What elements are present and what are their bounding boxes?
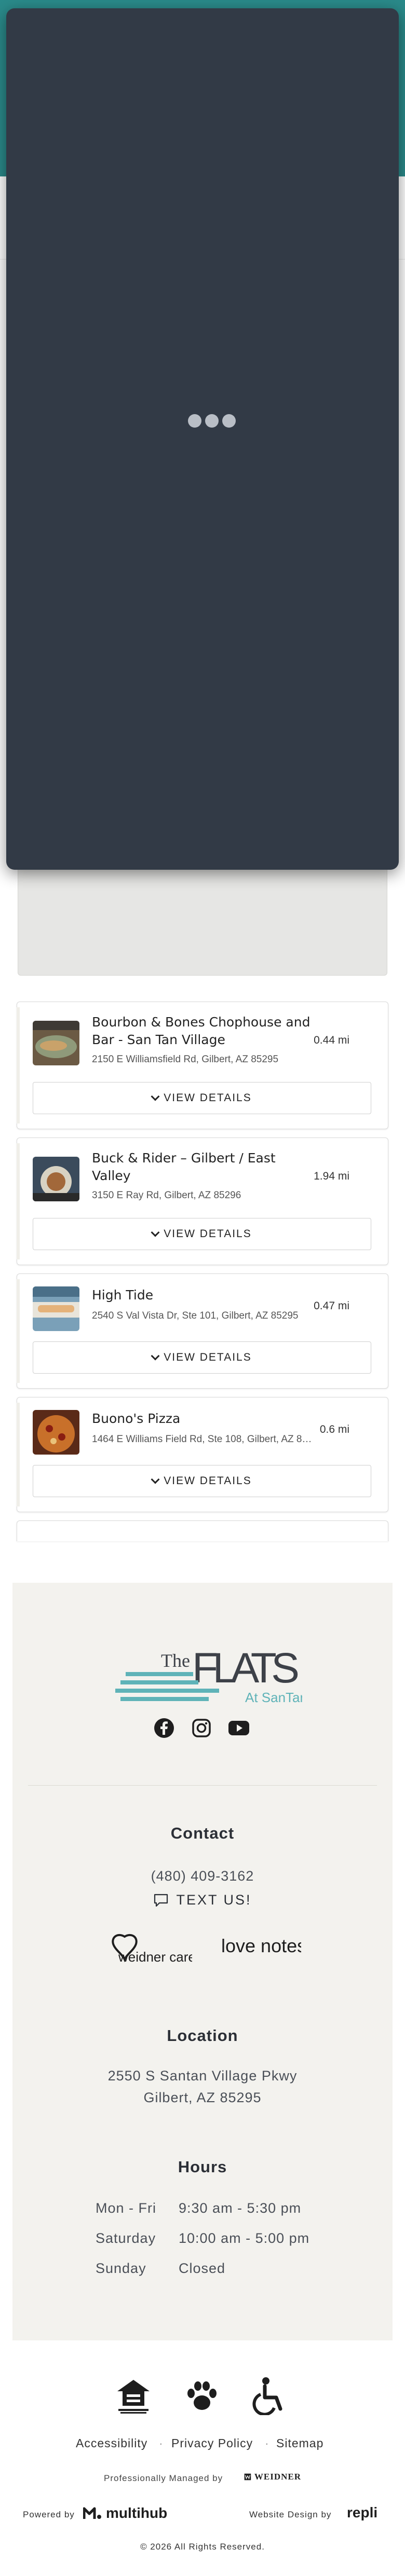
card-accent	[17, 1279, 20, 1383]
contact-heading: Contact	[170, 1824, 235, 1842]
instagram-icon[interactable]	[190, 1717, 213, 1739]
place-distance: 0.47 mi	[314, 1300, 349, 1312]
loading-spinner-icon	[188, 414, 236, 428]
chevron-down-icon	[151, 1475, 160, 1484]
place-address: 2150 E Williamsfield Rd, Gilbert, AZ 852…	[92, 1054, 279, 1065]
flats-logo[interactable]: The FLATS At SanTan	[105, 1624, 307, 1712]
multihub-wordmark: multihub	[106, 2505, 168, 2521]
place-address: 1464 E Williams Field Rd, Ste 108, Gilbe…	[92, 1434, 315, 1445]
accessibility-icon	[252, 2377, 282, 2415]
place-card: Bourbon & Bones Chophouse and Bar - San …	[17, 1002, 388, 1129]
sitemap-link[interactable]: Sitemap	[276, 2436, 323, 2450]
contact-phone[interactable]: (480) 409-3162	[12, 1868, 393, 1884]
hours-time: 9:30 am - 5:30 pm	[179, 2200, 302, 2216]
place-card-partial	[17, 1520, 388, 1541]
place-address: 2540 S Val Vista Dr, Ste 101, Gilbert, A…	[92, 1310, 299, 1321]
place-name[interactable]: Buck & Rider – Gilbert / East Valley	[92, 1149, 315, 1185]
view-details-label: VIEW DETAILS	[164, 1092, 252, 1104]
place-distance: 0.44 mi	[314, 1034, 349, 1046]
privacy-policy-link[interactable]: Privacy Policy	[171, 2436, 253, 2450]
logo-the: The	[161, 1650, 190, 1671]
place-address: 3150 E Ray Rd, Gilbert, AZ 85296	[92, 1190, 241, 1201]
chevron-down-icon	[151, 1092, 160, 1101]
weidner-text: weidner cares	[118, 1949, 192, 1965]
hours-day: Saturday	[96, 2230, 156, 2246]
place-card: Buck & Rider – Gilbert / East Valley 315…	[17, 1138, 388, 1265]
love-notes-logo[interactable]: love notes.	[218, 1931, 312, 1978]
weidner-mark-icon	[244, 2473, 251, 2481]
hours-heading: Hours	[178, 2158, 227, 2176]
chevron-down-icon	[151, 1351, 160, 1361]
place-name[interactable]: Buono's Pizza	[92, 1410, 315, 1428]
view-details-button[interactable]: VIEW DETAILS	[33, 1341, 371, 1374]
view-details-label: VIEW DETAILS	[164, 1475, 252, 1487]
place-name[interactable]: High Tide	[92, 1286, 315, 1304]
logo-flats: FLATS	[192, 1645, 301, 1692]
card-accent	[17, 1143, 20, 1259]
view-details-label: VIEW DETAILS	[164, 1351, 252, 1363]
hours-day: Sunday	[96, 2260, 146, 2276]
multihub-mark-icon	[83, 2507, 101, 2519]
site-footer: The FLATS At SanTan Contact (480) 409-31…	[12, 1583, 393, 2340]
logo-at-santan: At SanTan	[245, 1690, 302, 1705]
place-name[interactable]: Bourbon & Bones Chophouse and Bar - San …	[92, 1013, 315, 1049]
weidner-logo[interactable]: WEIDNER	[244, 2469, 301, 2485]
equal-housing-icon	[117, 2380, 150, 2414]
compliance-icons	[0, 2375, 405, 2421]
place-thumbnail	[33, 1410, 79, 1455]
view-details-button[interactable]: VIEW DETAILS	[33, 1465, 371, 1497]
location-city[interactable]: Gilbert, AZ 85295	[12, 2090, 393, 2106]
powered-by-label: Powered by	[23, 2510, 75, 2519]
hours-time: 10:00 am - 5:00 pm	[179, 2230, 310, 2246]
chat-bubble-icon	[154, 1894, 168, 1907]
place-distance: 0.6 mi	[319, 1423, 349, 1435]
copyright-text: © 2026 All Rights Reserved.	[140, 2542, 265, 2552]
place-thumbnail	[33, 1157, 79, 1201]
managed-by-label: Professionally Managed by	[104, 2473, 223, 2483]
accessibility-link[interactable]: Accessibility	[76, 2436, 147, 2450]
location-street[interactable]: 2550 S Santan Village Pkwy	[12, 2068, 393, 2084]
weidner-wordmark: WEIDNER	[254, 2472, 301, 2482]
youtube-icon[interactable]	[227, 1717, 250, 1739]
link-separator: ·	[159, 2436, 163, 2450]
weidner-cares-logo[interactable]: weidner cares	[109, 1931, 203, 1978]
loading-modal[interactable]	[6, 8, 399, 870]
card-accent	[17, 1007, 20, 1123]
link-separator: ·	[265, 2436, 269, 2450]
place-thumbnail	[33, 1286, 79, 1331]
facebook-icon[interactable]	[153, 1717, 176, 1739]
love-notes-text: love notes.	[221, 1935, 301, 1956]
view-details-label: VIEW DETAILS	[164, 1228, 252, 1240]
view-details-button[interactable]: VIEW DETAILS	[33, 1218, 371, 1250]
hours-time: Closed	[179, 2260, 226, 2276]
multihub-logo[interactable]: multihub	[83, 2504, 167, 2522]
card-accent	[17, 1403, 20, 1506]
text-us-label: TEXT US!	[176, 1892, 252, 1908]
repli-logo[interactable]: repli	[347, 2504, 377, 2521]
footer-divider	[28, 1785, 377, 1786]
place-thumbnail	[33, 1021, 79, 1065]
hours-day: Mon - Fri	[96, 2200, 156, 2216]
website-design-label: Website Design by	[249, 2510, 332, 2519]
view-details-button[interactable]: VIEW DETAILS	[33, 1082, 371, 1114]
text-us-link[interactable]: TEXT US!	[12, 1892, 393, 1908]
place-distance: 1.94 mi	[314, 1170, 349, 1182]
location-heading: Location	[167, 2026, 238, 2045]
paw-icon	[187, 2381, 217, 2410]
chevron-down-icon	[151, 1228, 160, 1237]
place-card: High Tide 2540 S Val Vista Dr, Ste 101, …	[17, 1273, 388, 1389]
place-card: Buono's Pizza 1464 E Williams Field Rd, …	[17, 1397, 388, 1512]
